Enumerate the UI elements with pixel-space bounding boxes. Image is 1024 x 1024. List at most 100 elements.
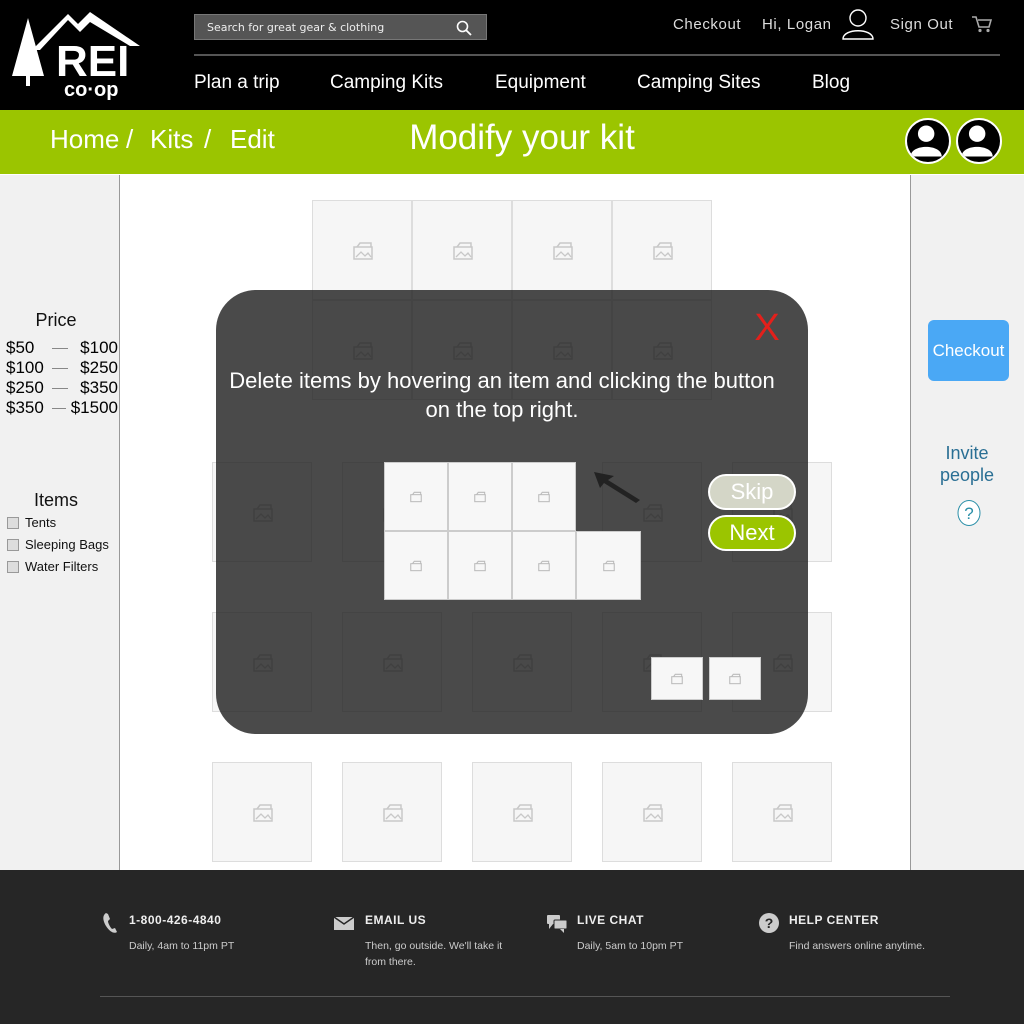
product-tile[interactable] <box>602 762 702 862</box>
footer-phone-title[interactable]: 1-800-426-4840 <box>129 913 221 927</box>
search-box[interactable] <box>194 14 487 40</box>
footer-phone-text: Daily, 4am to 11pm PT <box>129 940 235 952</box>
price-high: $100 <box>80 338 118 357</box>
filter-label: Sleeping Bags <box>25 537 109 552</box>
image-placeholder-icon <box>671 673 683 684</box>
demo-item-tile <box>384 531 448 600</box>
image-placeholder-icon <box>773 804 793 822</box>
price-low: $350 <box>6 398 44 417</box>
page-title: Modify your kit <box>409 118 635 157</box>
image-placeholder-icon <box>474 491 486 502</box>
image-placeholder-icon <box>643 804 663 822</box>
user-greeting[interactable]: Hi, Logan <box>762 16 832 33</box>
demo-item-tile <box>576 531 641 600</box>
site-header: REI co·op Checkout Hi, Logan Sign Out Pl… <box>0 0 1024 110</box>
range-dash <box>52 388 68 389</box>
header-divider <box>194 54 1000 56</box>
price-range-option[interactable]: $50 $100 <box>0 338 120 358</box>
help-icon[interactable]: ? <box>956 499 982 527</box>
breadcrumb-separator: / <box>126 124 134 154</box>
skip-button[interactable]: Skip <box>708 474 796 510</box>
image-placeholder-icon <box>453 242 473 260</box>
nav-equipment[interactable]: Equipment <box>495 72 586 94</box>
range-dash <box>52 368 68 369</box>
image-placeholder-icon <box>513 804 533 822</box>
demo-item-tile <box>512 462 576 531</box>
breadcrumb-kits[interactable]: Kits <box>150 124 193 155</box>
svg-text:?: ? <box>964 504 973 523</box>
image-placeholder-icon <box>474 560 486 571</box>
image-placeholder-icon <box>602 560 615 571</box>
product-tile[interactable] <box>312 200 412 300</box>
phone-icon <box>103 913 117 933</box>
image-placeholder-icon <box>653 242 673 260</box>
product-tile[interactable] <box>412 200 512 300</box>
help-center-icon: ? <box>759 913 779 933</box>
footer-email-title[interactable]: EMAIL US <box>365 913 426 927</box>
rei-coop-logo[interactable]: REI co·op <box>10 10 152 100</box>
price-low: $50 <box>6 338 35 357</box>
footer-email-text: Then, go outside. We'll take it from the… <box>365 940 503 968</box>
breadcrumb-home[interactable]: Home <box>50 124 119 155</box>
nav-camping-sites[interactable]: Camping Sites <box>637 72 761 94</box>
search-input[interactable] <box>195 15 450 39</box>
image-placeholder-icon <box>410 560 422 571</box>
footer-divider <box>100 996 950 997</box>
product-tile[interactable] <box>472 762 572 862</box>
image-placeholder-icon <box>383 804 403 822</box>
svg-text:co·op: co·op <box>64 79 118 100</box>
breadcrumb-separator: / <box>204 124 212 154</box>
image-placeholder-icon <box>729 673 741 684</box>
close-icon[interactable]: X <box>752 309 782 347</box>
image-placeholder-icon <box>553 242 573 260</box>
image-placeholder-icon <box>538 491 550 502</box>
demo-item-tile <box>448 531 512 600</box>
next-button[interactable]: Next <box>708 515 796 551</box>
footer-help-title[interactable]: HELP CENTER <box>789 913 879 927</box>
image-placeholder-icon <box>410 491 422 502</box>
price-range-option[interactable]: $100 $250 <box>0 358 120 378</box>
price-low: $250 <box>6 378 44 397</box>
demo-item-tile <box>448 462 512 531</box>
chat-icon <box>547 915 568 933</box>
user-icon[interactable] <box>841 8 875 40</box>
checkout-link[interactable]: Checkout <box>673 16 741 33</box>
demo-item-tile <box>512 531 576 600</box>
product-tile[interactable] <box>612 200 712 300</box>
image-placeholder-icon <box>538 560 550 571</box>
mail-icon <box>333 916 355 930</box>
checkbox[interactable] <box>7 561 19 573</box>
range-dash <box>52 348 68 349</box>
price-low: $100 <box>6 358 44 377</box>
checkbox[interactable] <box>7 517 19 529</box>
cart-icon[interactable] <box>972 15 992 33</box>
nav-blog[interactable]: Blog <box>812 72 850 94</box>
checkbox[interactable] <box>7 539 19 551</box>
sign-out-link[interactable]: Sign Out <box>890 16 953 33</box>
range-dash <box>52 408 66 409</box>
member-avatar[interactable] <box>905 118 951 164</box>
footer-chat-title[interactable]: LIVE CHAT <box>577 913 644 927</box>
invite-people-link[interactable]: Invite people <box>920 442 1014 486</box>
demo-item-tile <box>709 657 761 700</box>
product-tile[interactable] <box>732 762 832 862</box>
image-placeholder-icon <box>353 242 373 260</box>
product-tile[interactable] <box>342 762 442 862</box>
price-high: $350 <box>80 378 118 397</box>
member-avatar[interactable] <box>956 118 1002 164</box>
nav-plan-a-trip[interactable]: Plan a trip <box>194 72 280 94</box>
filter-label: Water Filters <box>25 559 99 574</box>
search-icon[interactable] <box>456 20 472 36</box>
pointer-arrow-icon <box>594 472 640 503</box>
checkout-button[interactable]: Checkout <box>928 320 1009 381</box>
product-tile[interactable] <box>212 762 312 862</box>
person-icon <box>961 125 993 157</box>
price-range-option[interactable]: $250 $350 <box>0 378 120 398</box>
product-tile[interactable] <box>512 200 612 300</box>
footer-help-text: Find answers online anytime. <box>789 940 925 952</box>
price-high: $1500 <box>70 398 118 417</box>
breadcrumb-edit[interactable]: Edit <box>230 124 275 155</box>
tutorial-instruction: Delete items by hovering an item and cli… <box>229 368 775 422</box>
price-range-option[interactable]: $350 $1500 <box>0 398 120 418</box>
nav-camping-kits[interactable]: Camping Kits <box>330 72 443 94</box>
